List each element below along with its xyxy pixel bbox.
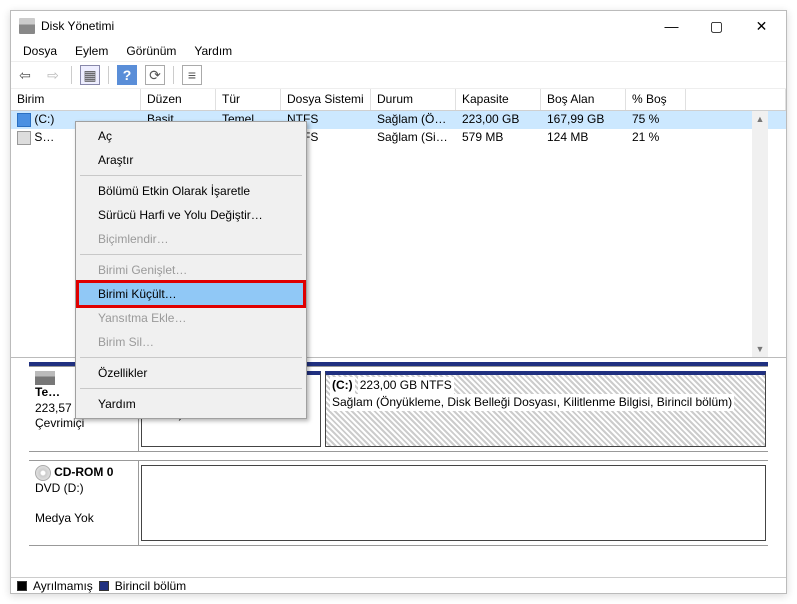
ctx-open[interactable]: Aç bbox=[78, 124, 304, 148]
cell-cap: 579 MB bbox=[456, 129, 541, 147]
disk-row-cdrom: CD-ROM 0 DVD (D:) Medya Yok bbox=[29, 460, 768, 546]
menu-action[interactable]: Eylem bbox=[67, 42, 116, 60]
ctx-shrink[interactable]: Birimi Küçült… bbox=[78, 282, 304, 306]
titlebar: Disk Yönetimi — ▢ ✕ bbox=[11, 11, 786, 41]
disk-icon bbox=[35, 371, 55, 385]
ctx-mark-active[interactable]: Bölümü Etkin Olarak İşaretle bbox=[78, 179, 304, 203]
window-title: Disk Yönetimi bbox=[41, 19, 649, 33]
divider bbox=[71, 66, 72, 84]
scrollbar-vertical[interactable]: ▲ ▼ bbox=[752, 111, 768, 357]
partition-c[interactable]: (C:) 223,00 GB NTFS Sağlam (Önyükleme, D… bbox=[325, 371, 766, 447]
toolbar: ⇦ ⇨ ▦ ? ⟳ ≡ bbox=[11, 61, 786, 89]
th-free[interactable]: Boş Alan bbox=[541, 89, 626, 110]
th-pct[interactable]: % Boş bbox=[626, 89, 686, 110]
window: Disk Yönetimi — ▢ ✕ Dosya Eylem Görünüm … bbox=[10, 10, 787, 594]
context-menu: Aç Araştır Bölümü Etkin Olarak İşaretle … bbox=[75, 121, 307, 419]
th-blank[interactable] bbox=[686, 89, 786, 110]
forward-icon[interactable]: ⇨ bbox=[43, 65, 63, 85]
menubar: Dosya Eylem Görünüm Yardım bbox=[11, 41, 786, 61]
view-list-icon[interactable]: ▦ bbox=[80, 65, 100, 85]
th-capacity[interactable]: Kapasite bbox=[456, 89, 541, 110]
volume-icon bbox=[17, 131, 31, 145]
ctx-help[interactable]: Yardım bbox=[78, 392, 304, 416]
ctx-change-letter[interactable]: Sürücü Harfi ve Yolu Değiştir… bbox=[78, 203, 304, 227]
settings-icon[interactable]: ≡ bbox=[182, 65, 202, 85]
menu-help[interactable]: Yardım bbox=[186, 42, 240, 60]
cell-status: Sağlam (Si… bbox=[371, 129, 456, 147]
maximize-button[interactable]: ▢ bbox=[694, 11, 739, 41]
ctx-extend[interactable]: Birimi Genişlet… bbox=[78, 258, 304, 282]
ctx-separator bbox=[80, 254, 302, 255]
partition-empty[interactable] bbox=[141, 465, 766, 541]
cell-cap: 223,00 GB bbox=[456, 111, 541, 129]
disk-name: CD-ROM 0 bbox=[54, 465, 113, 479]
window-controls: — ▢ ✕ bbox=[649, 11, 784, 41]
ctx-explore[interactable]: Araştır bbox=[78, 148, 304, 172]
cell-text: S… bbox=[34, 130, 54, 144]
legend-primary-icon bbox=[99, 581, 109, 591]
menu-file[interactable]: Dosya bbox=[15, 42, 65, 60]
divider bbox=[173, 66, 174, 84]
disk-info: CD-ROM 0 DVD (D:) Medya Yok bbox=[29, 461, 139, 545]
volume-icon bbox=[17, 113, 31, 127]
cell-free: 167,99 GB bbox=[541, 111, 626, 129]
cell-free: 124 MB bbox=[541, 129, 626, 147]
th-volume[interactable]: Birim bbox=[11, 89, 141, 110]
menu-view[interactable]: Görünüm bbox=[118, 42, 184, 60]
legend-unallocated-icon bbox=[17, 581, 27, 591]
scroll-down-icon[interactable]: ▼ bbox=[752, 341, 768, 357]
back-icon[interactable]: ⇦ bbox=[15, 65, 35, 85]
refresh-icon[interactable]: ⟳ bbox=[145, 65, 165, 85]
scroll-up-icon[interactable]: ▲ bbox=[752, 111, 768, 127]
th-status[interactable]: Durum bbox=[371, 89, 456, 110]
ctx-separator bbox=[80, 388, 302, 389]
legend-unallocated: Ayrılmamış bbox=[33, 579, 93, 593]
th-layout[interactable]: Düzen bbox=[141, 89, 216, 110]
ctx-properties[interactable]: Özellikler bbox=[78, 361, 304, 385]
disk-line: Medya Yok bbox=[35, 511, 94, 525]
table-header: Birim Düzen Tür Dosya Sistemi Durum Kapa… bbox=[11, 89, 786, 111]
help-icon[interactable]: ? bbox=[117, 65, 137, 85]
th-type[interactable]: Tür bbox=[216, 89, 281, 110]
cdrom-icon bbox=[35, 465, 51, 481]
disk-partitions bbox=[139, 461, 768, 545]
partition-status: Sağlam (Önyükleme, Disk Belleği Dosyası,… bbox=[330, 394, 734, 411]
cell-pct: 75 % bbox=[626, 111, 686, 129]
disk-line: DVD (D:) bbox=[35, 481, 84, 495]
cell-text: (C:) bbox=[34, 112, 54, 126]
ctx-mirror[interactable]: Yansıtma Ekle… bbox=[78, 306, 304, 330]
statusbar: Ayrılmamış Birincil bölüm bbox=[11, 577, 786, 593]
divider bbox=[108, 66, 109, 84]
partition-title: (C:) bbox=[332, 378, 353, 392]
ctx-separator bbox=[80, 357, 302, 358]
minimize-button[interactable]: — bbox=[649, 11, 694, 41]
ctx-delete[interactable]: Birim Sil… bbox=[78, 330, 304, 354]
partition-label: 223,00 GB NTFS bbox=[358, 377, 454, 394]
disk-name: Te… bbox=[35, 385, 60, 399]
legend-primary: Birincil bölüm bbox=[115, 579, 186, 593]
cell-pct: 21 % bbox=[626, 129, 686, 147]
close-button[interactable]: ✕ bbox=[739, 11, 784, 41]
ctx-separator bbox=[80, 175, 302, 176]
th-fs[interactable]: Dosya Sistemi bbox=[281, 89, 371, 110]
cell-status: Sağlam (Ö… bbox=[371, 111, 456, 129]
disk-management-icon bbox=[19, 18, 35, 34]
ctx-format[interactable]: Biçimlendir… bbox=[78, 227, 304, 251]
